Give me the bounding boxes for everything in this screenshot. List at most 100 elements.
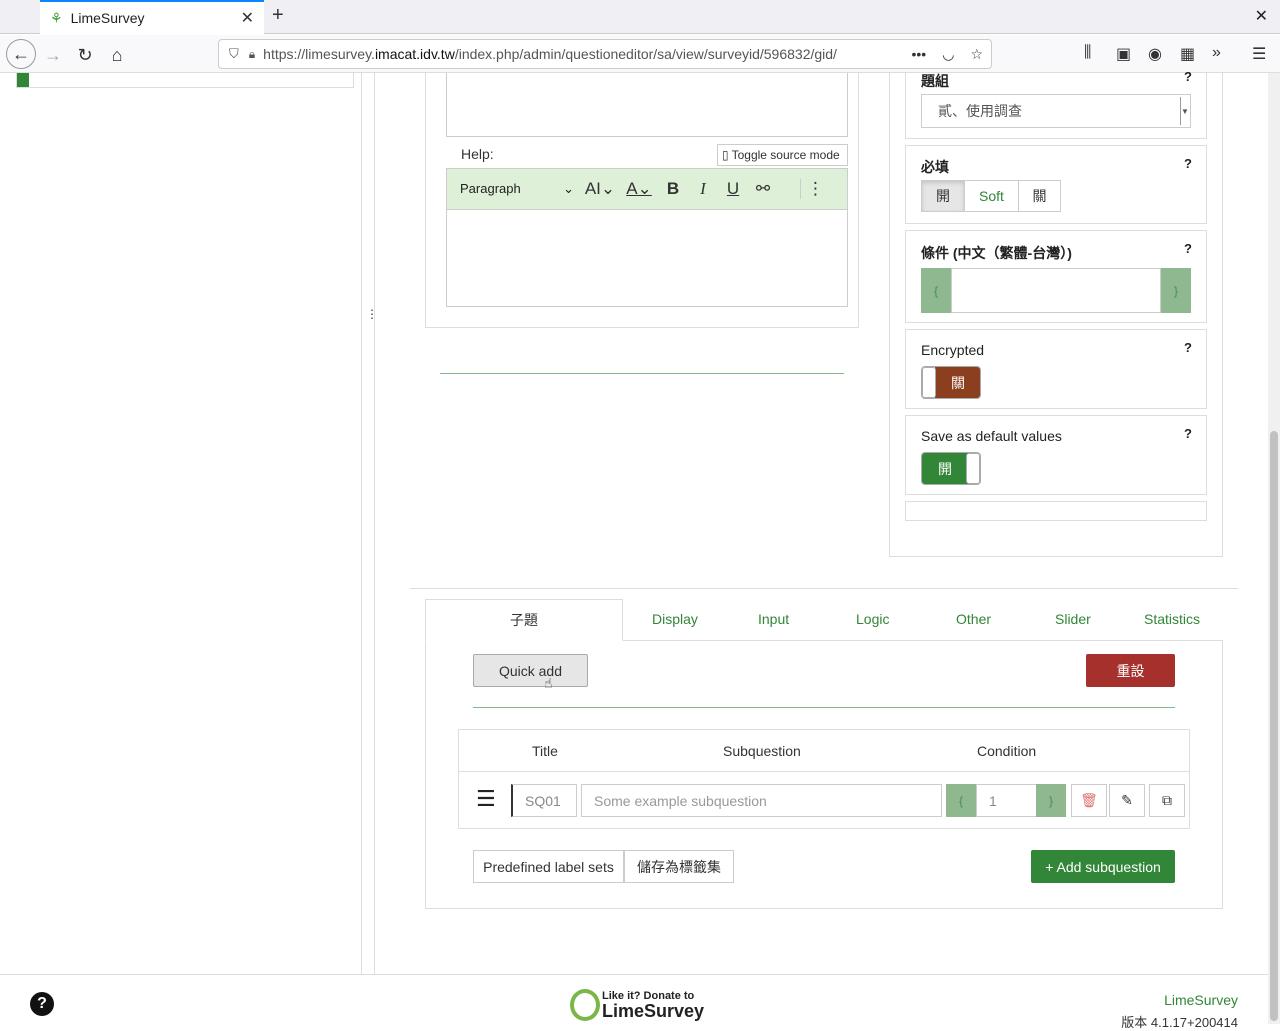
help-editor[interactable]: Paragraph ⌄ AI⌄ A⌄ B I U ⚯ ⋮ [446, 168, 848, 307]
limesurvey-link[interactable]: LimeSurvey [1164, 992, 1238, 1008]
condition-input: { } [921, 268, 1191, 313]
encrypted-switch[interactable]: 關 [921, 366, 981, 399]
lock-icon: 🔒︎ [248, 46, 256, 61]
donate-link[interactable]: Like it? Donate to LimeSurvey [570, 989, 704, 1021]
save-default-label: Save as default values [921, 428, 1062, 444]
editor-toolbar: Paragraph ⌄ AI⌄ A⌄ B I U ⚯ ⋮ [447, 169, 847, 210]
help-icon[interactable]: ? [1184, 241, 1192, 256]
divider [473, 707, 1175, 708]
tab-close-icon[interactable]: ✕ [241, 8, 254, 28]
tab-other[interactable]: Other [956, 611, 991, 627]
quick-add-button[interactable]: Quick add [473, 654, 588, 687]
mandatory-label: 必填 [921, 159, 949, 175]
edit-icon[interactable]: ✎ [1109, 784, 1145, 817]
sidebar [0, 73, 362, 974]
help-icon[interactable]: ? [1184, 340, 1192, 355]
more-actions-icon[interactable]: ••• [912, 46, 927, 62]
question-group-select[interactable]: 貳、使用調查 ▼ [921, 94, 1191, 128]
font-size-icon[interactable]: AI⌄ [580, 179, 620, 199]
encrypted-label: Encrypted [921, 342, 985, 358]
footer: ? Like it? Donate to LimeSurvey LimeSurv… [0, 974, 1280, 1030]
condition-textarea[interactable] [951, 268, 1161, 313]
browser-tab[interactable]: ⚘ LimeSurvey ✕ [40, 0, 264, 34]
subquestion-text-input[interactable]: Some example subquestion [581, 784, 942, 817]
mandatory-soft-button[interactable]: Soft [964, 180, 1019, 212]
version-text: 版本 4.1.17+200414 [1121, 1015, 1238, 1030]
menu-icon[interactable]: ☰ [1252, 44, 1266, 64]
drag-handle-icon: ⋮ [366, 307, 378, 321]
extensions-icon[interactable]: ▦ [1180, 44, 1195, 64]
condition-box: 條件 (中文（繁體-台灣）) ? { } [905, 230, 1207, 323]
encrypted-box: Encrypted ? 關 [905, 329, 1207, 409]
tab-input[interactable]: Input [758, 611, 789, 627]
copy-icon[interactable]: ⧉ [1149, 784, 1185, 817]
subquestion-title-input[interactable]: SQ01 [511, 784, 577, 817]
switch-knob [922, 367, 936, 398]
reset-button[interactable]: 重設 [1086, 654, 1175, 687]
limesurvey-logo-icon [570, 989, 600, 1021]
sidebar-item[interactable] [16, 73, 354, 88]
help-icon[interactable]: ? [30, 992, 54, 1016]
column-header-title: Title [532, 743, 558, 759]
sidebar-resize-handle[interactable]: ⋮ [362, 73, 378, 974]
help-icon[interactable]: ? [1184, 156, 1192, 171]
link-icon[interactable]: ⚯ [748, 179, 778, 199]
tab-subquestions[interactable]: 子題 [425, 599, 623, 641]
url-bar[interactable]: ⛉ 🔒︎ https://limesurvey.imacat.idv.tw/in… [218, 39, 992, 69]
bookmark-star-icon[interactable]: ☆ [970, 46, 983, 63]
help-icon[interactable]: ? [1184, 69, 1192, 84]
save-default-state: 開 [922, 453, 968, 484]
save-default-switch[interactable]: 開 [921, 452, 981, 485]
underline-icon[interactable]: U [718, 179, 748, 199]
italic-icon[interactable]: I [688, 179, 718, 199]
home-icon[interactable]: ⌂ [104, 42, 130, 68]
subquestion-table: Title Subquestion Condition ☰ SQ01 Some … [458, 729, 1190, 829]
mandatory-off-button[interactable]: 關 [1018, 180, 1061, 212]
toggle-source-button[interactable]: ▯ Toggle source mode [717, 144, 848, 166]
tab-slider[interactable]: Slider [1055, 611, 1091, 627]
add-subquestion-button[interactable]: + Add subquestion [1031, 850, 1175, 883]
account-icon[interactable]: ◉ [1148, 44, 1162, 64]
scrollbar-thumb[interactable] [1270, 431, 1278, 1021]
column-header-subquestion: Subquestion [723, 743, 801, 759]
paragraph-select[interactable]: Paragraph ⌄ [460, 181, 580, 197]
more-options-icon[interactable]: ⋮ [800, 179, 830, 199]
delete-icon[interactable]: 🗑︎ [1071, 784, 1107, 817]
save-label-set-button[interactable]: 儲存為標籤集 [624, 850, 734, 883]
question-group-box: 題組 ? 貳、使用調查 ▼ [905, 69, 1207, 139]
new-tab-icon[interactable]: + [272, 4, 284, 27]
column-header-condition: Condition [977, 743, 1037, 759]
help-icon[interactable]: ? [1184, 426, 1192, 441]
pocket-icon[interactable]: ◡ [942, 46, 954, 63]
pointer-cursor-icon: ☝ [544, 675, 553, 691]
predefined-label-sets-button[interactable]: Predefined label sets [473, 850, 624, 883]
back-icon[interactable]: ← [6, 39, 36, 69]
drag-handle-icon[interactable]: ☰ [476, 788, 500, 810]
scrollbar[interactable] [1268, 73, 1280, 1024]
question-text-editor[interactable] [446, 73, 848, 137]
sidebar-icon[interactable]: ▣ [1116, 44, 1131, 64]
mandatory-toggle-group: 開 Soft 關 [921, 180, 1061, 212]
limesurvey-favicon-icon: ⚘ [50, 9, 63, 26]
overflow-icon[interactable]: » [1212, 44, 1221, 62]
condition-input[interactable]: 1 [976, 784, 1037, 817]
divider [440, 373, 844, 374]
brace-open-icon: { [946, 784, 976, 817]
window-close-icon[interactable]: ✕ [1255, 6, 1268, 26]
reload-icon[interactable]: ↻ [72, 42, 98, 68]
font-color-icon[interactable]: A⌄ [620, 179, 658, 199]
tab-title: LimeSurvey [70, 10, 145, 26]
url-text: https://limesurvey.imacat.idv.tw/index.p… [263, 46, 837, 62]
tab-display[interactable]: Display [652, 611, 698, 627]
forward-icon[interactable]: → [40, 42, 66, 68]
tab-logic[interactable]: Logic [856, 611, 889, 627]
table-header: Title Subquestion Condition [459, 730, 1189, 772]
bold-icon[interactable]: B [658, 179, 688, 199]
library-icon[interactable]: ⫼ [1084, 44, 1091, 62]
tab-statistics[interactable]: Statistics [1144, 611, 1200, 627]
empty-settings-box [905, 501, 1207, 521]
help-label: Help: [461, 146, 494, 162]
brace-close-icon: } [1161, 268, 1191, 313]
switch-knob [966, 453, 980, 484]
mandatory-on-button[interactable]: 開 [921, 180, 965, 212]
